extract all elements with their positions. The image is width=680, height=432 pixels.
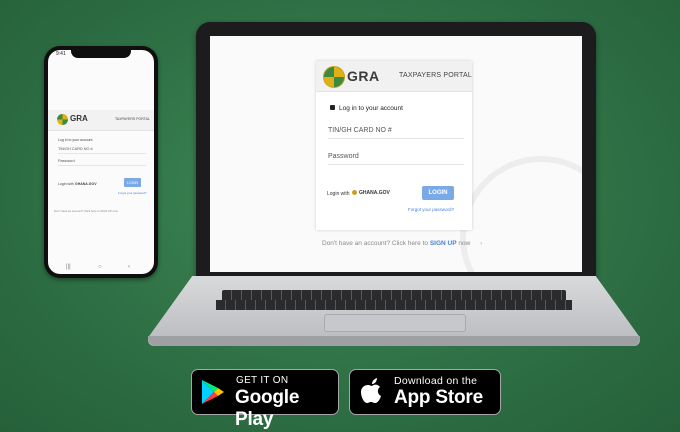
signup-prefix: Don't have an account? Click here to	[322, 240, 429, 247]
apple-icon	[361, 378, 381, 403]
login-button[interactable]: LOGIN	[422, 186, 454, 200]
portal-title: TAXPAYERS PORTAL	[399, 72, 472, 79]
ghana-gov-button[interactable]: GHANA.GOV	[352, 190, 390, 196]
phone-signup-text[interactable]: Don't have an account? Click here to SIG…	[54, 209, 118, 213]
logo-text: GRA	[347, 68, 380, 84]
google-play-icon	[202, 380, 224, 404]
phone-ghana-gov[interactable]: GHANA.GOV	[75, 182, 97, 186]
password-field[interactable]: Password	[328, 153, 464, 165]
app-store-big: App Store	[394, 387, 483, 408]
gra-logo-icon	[57, 114, 68, 125]
phone-password-placeholder: Password	[58, 159, 75, 163]
home-icon[interactable]: ○	[98, 264, 102, 270]
phone-tin-field[interactable]: TIN/GH CARD NO #	[58, 147, 146, 154]
signup-suffix: now	[458, 240, 471, 247]
phone-notch	[71, 50, 131, 58]
phone-forgot-password[interactable]: Forgot your password?	[118, 191, 147, 195]
login-heading: Log in to your account	[339, 105, 403, 112]
google-play-button[interactable]: GET IT ON Google Play	[191, 369, 339, 430]
login-heading-row: Log in to your account	[330, 105, 403, 112]
password-placeholder: Password	[328, 153, 359, 160]
app-store-button[interactable]: Download on the App Store	[349, 369, 501, 415]
signup-row: Don't have an account? Click here to SIG…	[322, 240, 482, 247]
tin-field[interactable]: TIN/GH CARD NO #	[328, 127, 464, 139]
laptop-trackpad	[324, 314, 466, 332]
menu-icon[interactable]: |||	[66, 264, 71, 270]
ghana-gov-icon	[352, 190, 357, 196]
signup-link[interactable]: SIGN UP	[430, 240, 457, 247]
back-icon[interactable]: ‹	[128, 264, 130, 270]
login-with-label: Login with	[327, 191, 350, 197]
login-card: GRA TAXPAYERS PORTAL Log in to your acco…	[316, 61, 472, 230]
cropped-heading-strip	[0, 0, 680, 6]
watermark-seal	[460, 156, 582, 272]
laptop-keyboard-row	[216, 300, 572, 310]
phone-login-with: Login with	[58, 182, 74, 186]
phone-login-button[interactable]: LOGIN	[124, 178, 141, 187]
phone-password-field[interactable]: Password	[58, 159, 146, 166]
app-store-small: Download on the	[394, 375, 478, 387]
phone-login-heading: Log in to your account	[58, 138, 93, 142]
laptop-base-front	[148, 336, 640, 346]
lock-icon	[330, 105, 335, 110]
ghana-gov-label: GHANA.GOV	[359, 190, 390, 196]
phone-logo-text: GRA	[70, 114, 88, 123]
forgot-password-link[interactable]: Forgot your password?	[408, 207, 454, 212]
google-play-small: GET IT ON	[236, 375, 289, 386]
tin-placeholder: TIN/GH CARD NO #	[328, 127, 392, 134]
phone-nav-bar: ||| ○ ‹	[48, 264, 154, 274]
gra-logo-icon	[323, 66, 345, 88]
google-play-big: Google Play	[235, 387, 300, 430]
phone-time: 9:41	[56, 51, 66, 57]
chevron-right-icon: ›	[480, 240, 483, 247]
phone-portal-title: TAXPAYERS PORTAL	[115, 117, 150, 121]
phone-tin-placeholder: TIN/GH CARD NO #	[58, 147, 93, 151]
